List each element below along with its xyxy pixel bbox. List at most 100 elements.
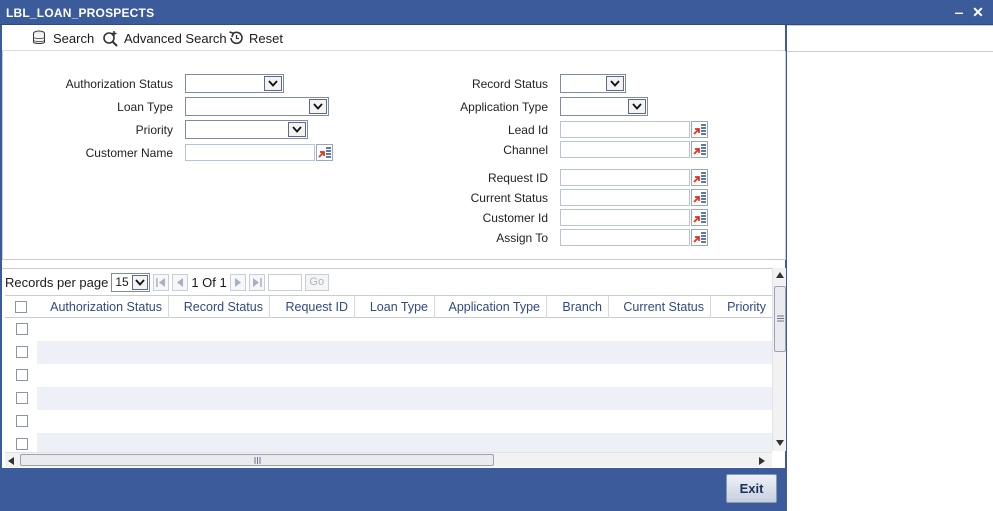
- previous-page-button[interactable]: [172, 273, 189, 291]
- search-label: Search: [53, 30, 95, 46]
- reset-button[interactable]: Reset: [228, 28, 283, 48]
- column-header-priority[interactable]: Priority: [711, 296, 772, 318]
- horizontal-scroll-thumb[interactable]: [20, 454, 494, 466]
- table-row: [37, 387, 772, 410]
- list-of-values-icon: [693, 144, 706, 155]
- records-per-page-label: Records per page: [5, 274, 109, 290]
- next-page-button[interactable]: [229, 273, 246, 291]
- application-type-label: Application Type: [460, 100, 548, 114]
- horizontal-scrollbar[interactable]: [5, 452, 772, 467]
- chevron-down-icon: [309, 99, 327, 114]
- customer-name-lov-button[interactable]: [316, 144, 333, 161]
- current-status-lov-button[interactable]: [691, 189, 708, 206]
- minimize-button[interactable]: ‒: [950, 3, 968, 21]
- list-of-values-icon: [693, 172, 706, 183]
- table-row: [37, 433, 772, 452]
- channel-lov-button[interactable]: [691, 141, 708, 158]
- search-button[interactable]: Search: [32, 28, 94, 48]
- customer-id-label: Customer Id: [482, 211, 548, 225]
- list-of-values-icon: [693, 212, 706, 223]
- priority-label: Priority: [135, 123, 173, 137]
- vertical-scroll-thumb[interactable]: [774, 286, 786, 352]
- divider: [787, 25, 993, 26]
- column-header-application-type[interactable]: Application Type: [435, 296, 547, 318]
- lead-id-input[interactable]: [560, 121, 690, 138]
- table-row: [37, 341, 772, 364]
- record-status-label: Record Status: [471, 77, 548, 91]
- list-of-values-icon: [693, 124, 706, 135]
- chevron-down-icon: [132, 274, 149, 290]
- chevron-down-icon: [264, 76, 282, 91]
- assign-to-lov-button[interactable]: [691, 229, 708, 246]
- grip-icon: [254, 457, 261, 464]
- lead-id-label: Lead Id: [507, 123, 548, 137]
- column-header-loan-type[interactable]: Loan Type: [355, 296, 435, 318]
- divider: [787, 51, 993, 52]
- advanced-search-button[interactable]: Advanced Search: [102, 28, 227, 48]
- loan-type-label: Loan Type: [117, 100, 173, 114]
- row-checkbox[interactable]: [16, 323, 28, 335]
- page-info: 1 Of 1: [191, 274, 227, 290]
- list-of-values-icon: [693, 232, 706, 243]
- chevron-down-icon: [628, 99, 646, 114]
- pager: Records per page 15 1 Of 1 Go: [5, 272, 329, 292]
- scroll-right-icon: [759, 457, 765, 465]
- row-checkbox[interactable]: [16, 438, 28, 450]
- assign-to-input[interactable]: [560, 229, 690, 246]
- last-page-icon: [252, 277, 262, 287]
- column-header-branch[interactable]: Branch: [547, 296, 609, 318]
- footer-bar: [0, 468, 787, 511]
- lead-id-lov-button[interactable]: [691, 121, 708, 138]
- toolbar: Search Advanced Search Reset: [2, 25, 785, 51]
- customer-name-input[interactable]: [185, 144, 315, 161]
- records-per-page-value: 15: [115, 274, 129, 289]
- advanced-search-label: Advanced Search: [124, 30, 227, 46]
- scroll-up-icon: [776, 272, 784, 278]
- table-row: [37, 364, 772, 387]
- list-of-values-icon: [693, 192, 706, 203]
- row-checkbox[interactable]: [16, 415, 28, 427]
- go-button[interactable]: Go: [304, 273, 329, 291]
- exit-button[interactable]: Exit: [726, 474, 777, 503]
- application-type-select[interactable]: [560, 97, 648, 116]
- channel-input[interactable]: [560, 141, 690, 158]
- row-checkbox[interactable]: [16, 392, 28, 404]
- first-page-button[interactable]: [153, 273, 170, 291]
- request-id-lov-button[interactable]: [691, 169, 708, 186]
- chevron-down-icon: [288, 122, 306, 137]
- authorization-status-label: Authorization Status: [65, 77, 173, 91]
- first-page-icon: [156, 277, 166, 287]
- last-page-button[interactable]: [248, 273, 265, 291]
- request-id-label: Request ID: [487, 171, 548, 185]
- customer-name-label: Customer Name: [85, 146, 173, 160]
- table-row: [37, 318, 772, 341]
- authorization-status-select[interactable]: [185, 74, 284, 93]
- column-header-record-status[interactable]: Record Status: [169, 296, 270, 318]
- vertical-scrollbar[interactable]: [772, 268, 786, 451]
- chevron-down-icon: [606, 76, 624, 91]
- previous-page-icon: [177, 277, 184, 287]
- current-status-input[interactable]: [560, 189, 690, 206]
- priority-select[interactable]: [185, 120, 308, 139]
- list-of-values-icon: [318, 147, 331, 158]
- request-id-input[interactable]: [560, 169, 690, 186]
- page-number-input[interactable]: [267, 273, 302, 291]
- records-per-page-select[interactable]: 15: [111, 272, 151, 292]
- row-checkbox[interactable]: [16, 369, 28, 381]
- advanced-search-icon: [102, 30, 119, 47]
- customer-id-lov-button[interactable]: [691, 209, 708, 226]
- column-header-current-status[interactable]: Current Status: [609, 296, 711, 318]
- window-title: LBL_LOAN_PROSPECTS: [6, 6, 155, 20]
- select-all-checkbox[interactable]: [15, 301, 27, 313]
- reset-icon: [228, 30, 244, 46]
- column-header-authorization-status[interactable]: Authorization Status: [37, 296, 169, 318]
- customer-id-input[interactable]: [560, 209, 690, 226]
- scroll-left-icon: [8, 457, 14, 465]
- column-header-request-id[interactable]: Request ID: [270, 296, 355, 318]
- next-page-icon: [234, 277, 241, 287]
- close-button[interactable]: ✕: [969, 3, 987, 21]
- scroll-down-icon: [776, 440, 784, 446]
- record-status-select[interactable]: [560, 74, 626, 93]
- loan-type-select[interactable]: [185, 97, 329, 116]
- row-checkbox[interactable]: [16, 346, 28, 358]
